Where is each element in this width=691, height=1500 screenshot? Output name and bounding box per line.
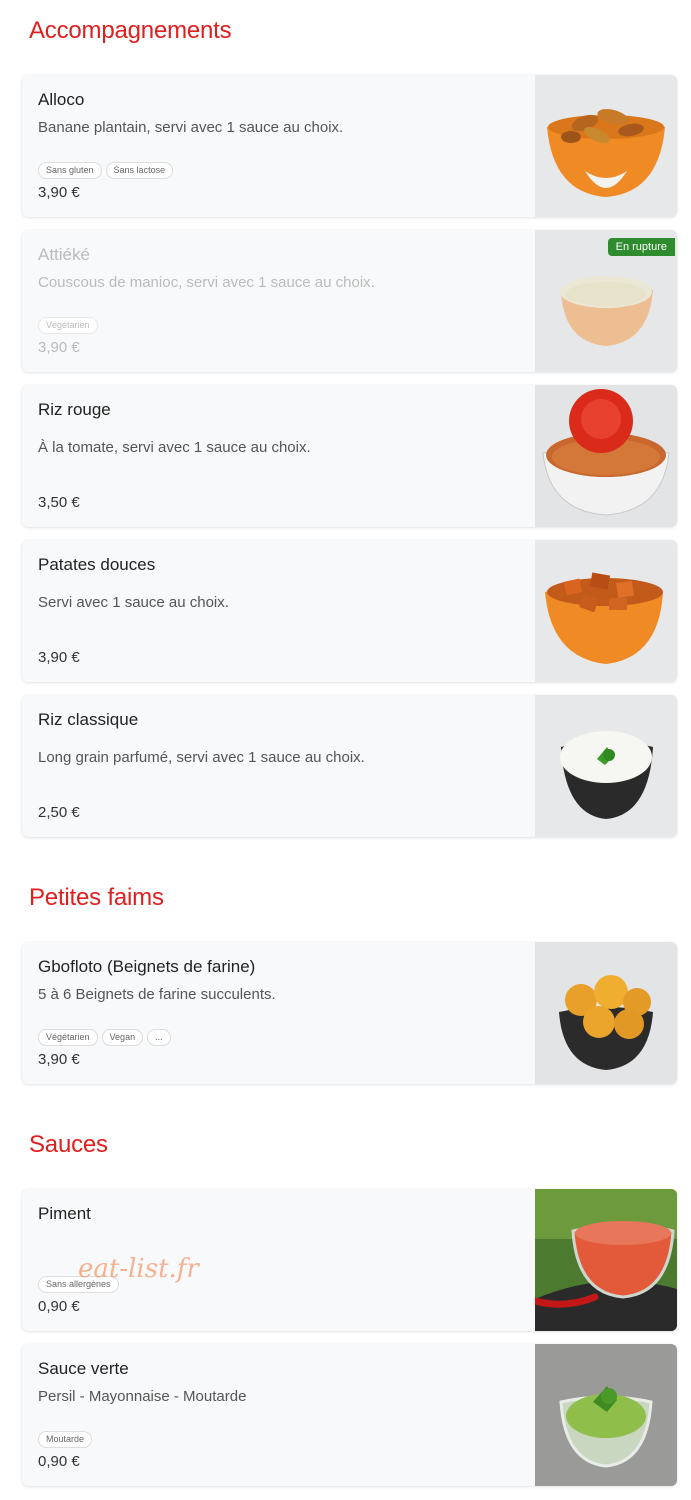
item-tags: Moutarde bbox=[38, 1431, 93, 1448]
item-price: 3,90 € bbox=[38, 1051, 80, 1068]
item-photo-riz-rouge bbox=[535, 385, 677, 527]
item-price: 0,90 € bbox=[38, 1453, 80, 1470]
item-name: Sauce verte bbox=[38, 1359, 129, 1378]
item-photo-sauce-verte bbox=[535, 1344, 677, 1486]
item-photo-alloco bbox=[535, 75, 677, 217]
item-name: Alloco bbox=[38, 90, 85, 109]
item-name: Patates douces bbox=[38, 555, 156, 574]
tag-vegan: Vegan bbox=[101, 1029, 144, 1046]
menu-item-attieke[interactable]: Attiéké Couscous de manioc, servi avec 1… bbox=[22, 230, 677, 372]
item-name: Gbofloto (Beignets de farine) bbox=[38, 957, 256, 976]
item-description: À la tomate, servi avec 1 sauce au choix… bbox=[38, 439, 311, 456]
item-name: Piment bbox=[38, 1204, 91, 1223]
item-name: Riz classique bbox=[38, 710, 139, 729]
menu-item-sauce-verte[interactable]: Sauce verte Persil - Mayonnaise - Moutar… bbox=[22, 1344, 677, 1486]
item-photo-gbofloto bbox=[535, 942, 677, 1084]
menu-item-alloco[interactable]: Alloco Banane plantain, servi avec 1 sau… bbox=[22, 75, 677, 217]
menu-item-riz-classique[interactable]: Riz classique Long grain parfumé, servi … bbox=[22, 695, 677, 837]
item-price: 0,90 € bbox=[38, 1298, 80, 1315]
item-description: Persil - Mayonnaise - Moutarde bbox=[38, 1388, 247, 1405]
tag-vegetarien: Végétarien bbox=[38, 317, 98, 334]
item-name: Riz rouge bbox=[38, 400, 111, 419]
item-price: 3,90 € bbox=[38, 184, 80, 201]
watermark-text: eat-list.fr bbox=[78, 1254, 199, 1284]
item-tags: Végétarien Vegan ... bbox=[38, 1029, 171, 1046]
out-of-stock-badge: En rupture bbox=[607, 238, 675, 256]
section-title-accompagnements: Accompagnements bbox=[29, 17, 232, 44]
item-description: Servi avec 1 sauce au choix. bbox=[38, 594, 229, 611]
item-tags: Sans gluten Sans lactose bbox=[38, 162, 174, 179]
item-name: Attiéké bbox=[38, 245, 90, 264]
item-photo-riz-classique bbox=[535, 695, 677, 837]
item-description: Banane plantain, servi avec 1 sauce au c… bbox=[38, 119, 344, 136]
menu-item-riz-rouge[interactable]: Riz rouge À la tomate, servi avec 1 sauc… bbox=[22, 385, 677, 527]
tag-sans-gluten: Sans gluten bbox=[38, 162, 102, 179]
menu-item-patates-douces[interactable]: Patates douces Servi avec 1 sauce au cho… bbox=[22, 540, 677, 682]
more-tags-button[interactable]: ... bbox=[147, 1029, 171, 1046]
item-price: 3,90 € bbox=[38, 339, 80, 356]
tag-moutarde: Moutarde bbox=[38, 1431, 93, 1448]
item-description: Couscous de manioc, servi avec 1 sauce a… bbox=[38, 274, 375, 291]
item-description: 5 à 6 Beignets de farine succulents. bbox=[38, 986, 276, 1003]
item-price: 3,50 € bbox=[38, 494, 80, 511]
item-price: 3,90 € bbox=[38, 649, 80, 666]
item-price: 2,50 € bbox=[38, 804, 80, 821]
tag-vegetarien: Végétarien bbox=[38, 1029, 98, 1046]
tag-sans-lactose: Sans lactose bbox=[105, 162, 174, 179]
item-photo-patates-douces bbox=[535, 540, 677, 682]
item-tags: Végétarien bbox=[38, 317, 98, 334]
item-description: Long grain parfumé, servi avec 1 sauce a… bbox=[38, 749, 365, 766]
section-title-petites-faims: Petites faims bbox=[29, 884, 164, 911]
item-photo-piment bbox=[535, 1189, 677, 1331]
section-title-sauces: Sauces bbox=[29, 1131, 108, 1158]
menu-item-gbofloto[interactable]: Gbofloto (Beignets de farine) 5 à 6 Beig… bbox=[22, 942, 677, 1084]
